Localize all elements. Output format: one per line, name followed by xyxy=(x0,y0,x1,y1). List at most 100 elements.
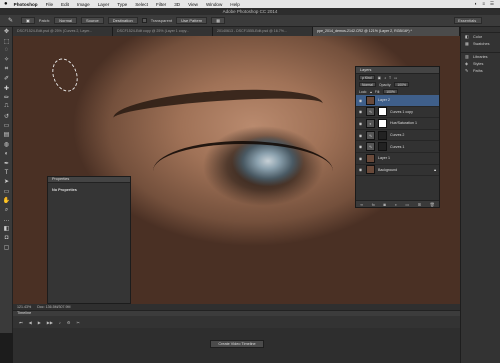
go-to-first-frame-icon[interactable]: ⏮ xyxy=(19,320,23,325)
layer-row-layer-1[interactable]: ◉ Layer 1 xyxy=(356,153,439,165)
opacity-input[interactable]: 100% xyxy=(394,82,410,87)
dock-paths[interactable]: ✎ Paths xyxy=(461,67,500,74)
apple-menu-icon[interactable]: ● xyxy=(4,0,8,8)
layer-style-icon[interactable]: fx xyxy=(372,202,375,207)
layers-panel-title[interactable]: Layers xyxy=(356,67,439,74)
menu-3d[interactable]: 3D xyxy=(174,2,180,7)
menu-layer[interactable]: Layer xyxy=(98,2,110,7)
filter-pixel-icon[interactable]: ▣ xyxy=(378,76,381,80)
lasso-tool-icon[interactable]: ◌ xyxy=(0,46,13,55)
filter-shape-icon[interactable]: ▭ xyxy=(394,76,397,80)
quick-mask-icon[interactable]: ◘ xyxy=(0,234,13,243)
marquee-tool-icon[interactable]: ⬚ xyxy=(0,36,13,45)
zoom-tool-icon[interactable]: ⌕ xyxy=(0,205,13,214)
pen-tool-icon[interactable]: ✒ xyxy=(0,158,13,167)
filter-type-icon[interactable]: T xyxy=(389,76,391,80)
visibility-eye-icon[interactable]: ◉ xyxy=(358,144,363,149)
next-frame-icon[interactable]: ▶▶ xyxy=(47,320,53,325)
menu-help[interactable]: Help xyxy=(230,2,239,7)
menu-type[interactable]: Type xyxy=(117,2,127,7)
layer-row-curves-2[interactable]: ◉ ∿ Curves 2 xyxy=(356,130,439,142)
menu-image[interactable]: Image xyxy=(77,2,90,7)
hand-tool-icon[interactable]: ✋ xyxy=(0,196,13,205)
layer-row-curves-1-copy[interactable]: ◉ ∿ Curves 1 copy xyxy=(356,107,439,119)
selection-marquee[interactable] xyxy=(47,54,83,96)
patch-tool-icon[interactable]: ✎ xyxy=(4,16,17,25)
patch-mode-select[interactable]: Normal xyxy=(54,17,78,24)
status-icon-3[interactable]: ☰ xyxy=(490,1,494,7)
trash-icon[interactable]: 🗑︎ xyxy=(430,202,435,207)
adjustment-layer-icon[interactable]: ◑ xyxy=(394,202,396,207)
doc-size[interactable]: Doc: 136.5M/307.9M xyxy=(37,305,70,309)
status-icon-1[interactable]: ◐ xyxy=(475,1,478,7)
zoom-level[interactable]: 121.43% xyxy=(17,305,31,309)
quick-select-tool-icon[interactable]: ✧ xyxy=(0,55,13,64)
clone-stamp-tool-icon[interactable]: ⎍ xyxy=(0,102,13,111)
dock-swatches[interactable]: ▦ Swatches xyxy=(461,40,500,47)
eraser-tool-icon[interactable]: ▭ xyxy=(0,121,13,130)
create-video-timeline-button[interactable]: Create Video Timeline xyxy=(210,340,264,348)
crop-tool-icon[interactable]: ⌗ xyxy=(0,65,13,74)
move-tool-icon[interactable]: ✥ xyxy=(0,27,13,36)
more-tools-icon[interactable]: … xyxy=(0,215,13,224)
layer-row-hue-saturation-1[interactable]: ◉ ◐ Hue/Saturation 1 xyxy=(356,118,439,130)
dodge-tool-icon[interactable]: ◐ xyxy=(0,149,13,158)
blend-mode-select[interactable]: Normal xyxy=(359,82,376,87)
new-group-icon[interactable]: ▭ xyxy=(405,202,409,207)
history-brush-tool-icon[interactable]: ↺ xyxy=(0,112,13,121)
blur-tool-icon[interactable]: ◍ xyxy=(0,140,13,149)
workspace-switcher[interactable]: Essentials xyxy=(454,17,482,24)
healing-tool-icon[interactable]: ✚ xyxy=(0,83,13,92)
menu-file[interactable]: File xyxy=(46,2,53,7)
new-selection-button[interactable]: ▣ xyxy=(21,17,35,24)
split-icon[interactable]: ✂ xyxy=(77,320,80,325)
transparent-checkbox[interactable] xyxy=(141,18,147,23)
dock-color[interactable]: ◧ Color xyxy=(461,33,500,40)
source-button[interactable]: Source xyxy=(81,17,104,24)
visibility-eye-icon[interactable]: ◉ xyxy=(358,98,363,103)
pattern-picker[interactable]: ▦ xyxy=(211,17,226,24)
tab-doc-2[interactable]: DSCF1524-Edit copy @ 25% (Layer 1 copy..… xyxy=(113,27,213,36)
brush-tool-icon[interactable]: ✏ xyxy=(0,93,13,102)
layer-mask-thumbnail[interactable] xyxy=(378,130,387,140)
layer-mask-thumbnail[interactable] xyxy=(378,107,387,117)
dock-libraries[interactable]: ▥ Libraries xyxy=(461,53,500,60)
fill-input[interactable]: 100% xyxy=(383,89,398,94)
visibility-eye-icon[interactable]: ◉ xyxy=(358,109,363,114)
visibility-eye-icon[interactable]: ◉ xyxy=(358,133,363,138)
visibility-eye-icon[interactable]: ◉ xyxy=(358,167,363,172)
filter-adjust-icon[interactable]: ◑ xyxy=(384,76,386,80)
path-selection-tool-icon[interactable]: ➤ xyxy=(0,177,13,186)
visibility-eye-icon[interactable]: ◉ xyxy=(358,121,363,126)
layer-row-layer-2[interactable]: ◉ Layer 2 xyxy=(356,95,439,107)
play-icon[interactable]: ▶ xyxy=(38,320,41,325)
use-pattern-button[interactable]: Use Pattern xyxy=(176,17,208,24)
tab-doc-1[interactable]: DSCF1524-Edit.psd @ 25% (Curves 2, Layer… xyxy=(13,27,113,36)
link-layers-icon[interactable]: ∞ xyxy=(360,202,363,207)
tab-doc-active[interactable]: ppe_2014_demos-2142.CR2 @ 121% (Layer 2,… xyxy=(313,27,460,36)
visibility-eye-icon[interactable]: ◉ xyxy=(358,156,363,161)
menu-photoshop[interactable]: Photoshop xyxy=(14,2,38,7)
screen-mode-icon[interactable]: ▢ xyxy=(0,243,13,252)
color-swatches-icon[interactable]: ◧ xyxy=(0,224,13,233)
menu-view[interactable]: View xyxy=(188,2,198,7)
add-mask-icon[interactable]: ◙ xyxy=(383,202,385,207)
tab-doc-3[interactable]: 20140613 - DSCF1555-Edit.psd @ 16.7%... xyxy=(213,27,313,36)
destination-button[interactable]: Destination xyxy=(107,17,138,24)
layer-mask-thumbnail[interactable] xyxy=(378,142,387,152)
audio-icon[interactable]: ♪ xyxy=(59,320,61,325)
shape-tool-icon[interactable]: ▭ xyxy=(0,187,13,196)
lock-icon[interactable]: 🔒︎ xyxy=(370,90,372,94)
gradient-tool-icon[interactable]: ▤ xyxy=(0,130,13,139)
type-tool-icon[interactable]: T xyxy=(0,168,13,177)
previous-frame-icon[interactable]: ◀ xyxy=(29,320,32,325)
layer-row-background[interactable]: ◉ Background 🔒︎ xyxy=(356,165,439,177)
menu-filter[interactable]: Filter xyxy=(156,2,166,7)
layer-kind-filter[interactable]: ρ Kind xyxy=(359,75,375,80)
eyedropper-tool-icon[interactable]: ✐ xyxy=(0,74,13,83)
layer-mask-thumbnail[interactable] xyxy=(378,118,387,128)
menu-select[interactable]: Select xyxy=(135,2,148,7)
menu-window[interactable]: Window xyxy=(206,2,222,7)
status-icon-2[interactable]: ≡ xyxy=(482,1,485,7)
settings-icon[interactable]: ⚙ xyxy=(67,320,71,325)
